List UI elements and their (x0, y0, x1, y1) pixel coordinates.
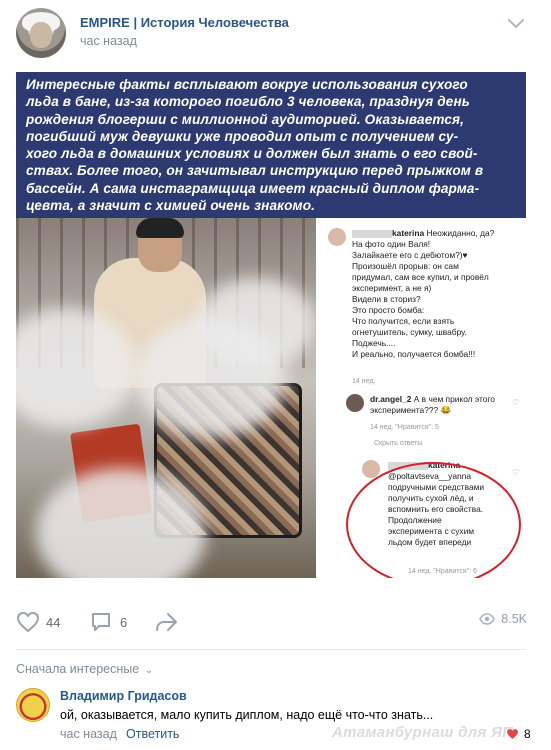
community-avatar[interactable] (16, 8, 66, 58)
watermark: Атаманбурнаш для ЯП (332, 724, 514, 741)
comment-text: ой, оказывается, мало купить диплом, над… (60, 708, 434, 722)
heart-icon: ♡ (512, 468, 520, 477)
comment-count: 6 (120, 614, 128, 630)
comments-sort-label: Сначала интересные (16, 662, 140, 676)
post-header: EMPIRE | История Человечества час назад (0, 0, 551, 64)
comment-like-button[interactable]: 8 (506, 727, 531, 741)
chevron-down-icon: ⌄ (144, 665, 154, 676)
community-name[interactable]: EMPIRE | История Человечества (80, 15, 289, 30)
like-button[interactable]: 44 (16, 610, 60, 634)
comment-time[interactable]: час назад (60, 727, 117, 741)
post-image[interactable]: Интересные факты всплывают вокруг исполь… (16, 72, 526, 578)
image-caption: Интересные факты всплывают вокруг исполь… (16, 72, 526, 218)
photo-man-with-smoke (16, 218, 316, 578)
caption-line: погибший муж девушки уже проводил опыт с… (26, 128, 459, 144)
share-button[interactable] (154, 610, 178, 634)
post-time[interactable]: час назад (80, 34, 137, 48)
ig-avatar (346, 394, 364, 412)
heart-icon: ♡ (512, 398, 520, 407)
eye-icon (479, 613, 496, 625)
comment-icon (92, 613, 110, 631)
views-counter: 8.5K (479, 612, 527, 626)
commenter-avatar[interactable] (16, 688, 50, 722)
highlight-ring (346, 462, 521, 578)
heart-icon (17, 612, 39, 632)
reply-button[interactable]: Ответить (126, 727, 179, 741)
ig-comment-2: dr.angel_2 А в чем прикол этого эксперим… (370, 394, 495, 415)
caption-line: Интересные факты всплывают вокруг исполь… (26, 77, 468, 92)
like-count: 44 (46, 614, 61, 630)
instagram-comments-screenshot: katerina Неожиданно, да? На фото один Ва… (316, 218, 526, 578)
caption-line: цевта, а значит с химией очень знакомо. (26, 198, 315, 214)
caption-line: хого льда в домашних условиях и должен б… (26, 146, 478, 162)
views-count: 8.5K (501, 612, 527, 626)
post-actions: 44 6 8.5K (0, 600, 551, 644)
heart-icon (507, 729, 518, 739)
comment-like-count: 8 (524, 727, 531, 741)
commenter-name[interactable]: Владимир Гридасов (60, 689, 187, 703)
caption-line: льда в бане, из-за которого погибло 3 че… (26, 94, 470, 110)
caption-line: бассейн. А сама инстаграмщица имеет крас… (26, 180, 480, 196)
share-icon (156, 613, 177, 631)
chevron-down-icon[interactable] (508, 16, 528, 30)
divider (16, 649, 526, 650)
caption-line: ствах. Более того, он зачитывал инструкц… (26, 163, 484, 179)
comments-sort-dropdown[interactable]: Сначала интересные ⌄ (16, 662, 153, 676)
comment-button[interactable]: 6 (90, 610, 127, 634)
caption-line: рождения блогерши с миллионной аудиторие… (26, 111, 465, 127)
ig-avatar (328, 228, 346, 246)
ig-comment-1: katerina Неожиданно, да? На фото один Ва… (352, 228, 495, 359)
